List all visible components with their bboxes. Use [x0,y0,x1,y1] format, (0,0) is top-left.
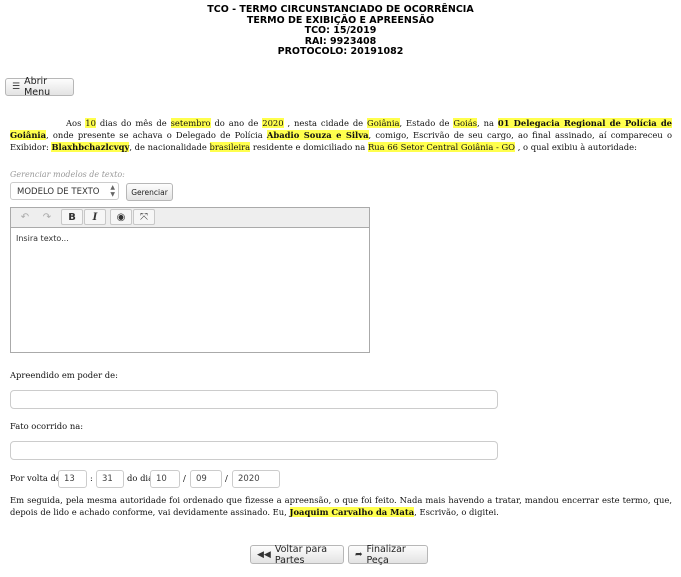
year-input[interactable]: 2020 [232,470,280,488]
italic-icon[interactable]: I [84,209,106,225]
hl-ano: 2020 [262,118,284,128]
hl-delegado: Abadio Souza e Silva [266,130,369,140]
hl-estado: Goiás [453,118,478,128]
hl-cidade: Goiânia [367,118,400,128]
backward-icon: ◀◀ [257,549,271,560]
hl-escrivao: Joaquim Carvalho da Mata [289,507,415,517]
back-to-parties-button[interactable]: ◀◀ Voltar para Partes [250,544,344,566]
document-header: TCO - TERMO CIRCUNSTANCIADO DE OCORRÊNCI… [0,4,681,58]
text-editor: ↶ ↷ B I ◉ ⤧ Insira texto... [10,207,370,353]
volta-label: Por volta de: [10,473,64,483]
time-date-row: Por volta de: 13 : 31 do dia 10 / 09 / 2… [10,470,310,488]
template-select[interactable]: MODELO DE TEXTO ▲ ▼ [10,182,119,200]
fullscreen-icon[interactable]: ⤧ [133,209,155,225]
apreendido-label: Apreendido em poder de: [10,370,118,380]
header-protocolo: PROTOCOLO: 20191082 [277,46,404,57]
hl-nacionalidade: brasileira [209,142,251,152]
select-arrows-icon: ▲ ▼ [110,184,115,198]
templates-label: Gerenciar modelos de texto: [10,170,125,179]
hl-exibidor: Blaxhbchazlcvqy [51,142,130,152]
hl-dias: 10 [85,118,96,128]
list-icon: ☰ [12,82,21,92]
hl-mes: setembro [170,118,211,128]
finish-piece-button[interactable]: ➦ Finalizar Peça [348,544,428,566]
minute-input[interactable]: 31 [96,470,124,488]
apreendido-input[interactable] [10,390,498,409]
bold-icon[interactable]: B [61,209,83,225]
fato-input[interactable] [10,441,498,460]
template-select-value: MODELO DE TEXTO [17,187,100,197]
closing-paragraph: Em seguida, pela mesma autoridade foi or… [10,495,672,517]
open-menu-button[interactable]: ☰ Abrir Menu [5,76,74,98]
hour-input[interactable]: 13 [58,470,87,488]
header-title: TCO - TERMO CIRCUNSTANCIADO DE OCORRÊNCI… [207,4,474,15]
open-menu-label: Abrir Menu [24,76,51,98]
fato-label: Fato ocorrido na: [10,421,84,431]
manage-templates-button[interactable]: Gerenciar [126,183,173,201]
editor-toolbar: ↶ ↷ B I ◉ ⤧ [11,208,369,228]
redo-icon[interactable]: ↷ [36,209,58,225]
undo-icon[interactable]: ↶ [14,209,36,225]
header-tco: TCO: 15/2019 [304,25,377,36]
day-input[interactable]: 10 [150,470,180,488]
share-icon: ➦ [355,549,363,560]
preview-eye-icon[interactable]: ◉ [110,209,132,225]
hl-endereco: Rua 66 Setor Central Goiânia - GO [367,142,516,152]
intro-paragraph: Aos 10 dias do mês de setembro do ano de… [10,118,673,152]
editor-textarea[interactable]: Insira texto... [11,228,369,249]
month-input[interactable]: 09 [190,470,222,488]
